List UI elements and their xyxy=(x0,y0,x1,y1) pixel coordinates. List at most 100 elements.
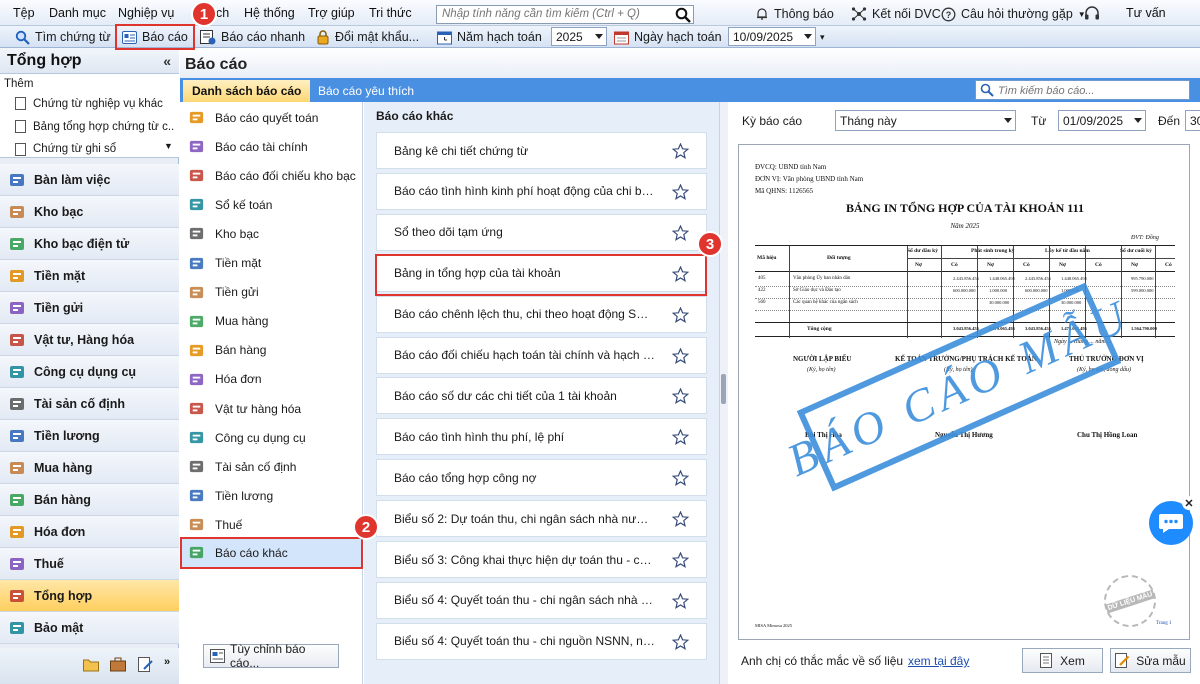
category-sales[interactable]: Bán hàng xyxy=(180,336,363,365)
add-label[interactable]: Thêm xyxy=(4,78,33,90)
category-settlement[interactable]: Báo cáo quyết toán xyxy=(180,103,363,132)
search-icon[interactable] xyxy=(675,7,691,23)
category-financial[interactable]: Báo cáo tài chính xyxy=(180,132,363,161)
purchase-icon xyxy=(188,313,205,330)
report-item[interactable]: Biểu số 4: Quyết toán thu - chi ngân sác… xyxy=(376,581,707,619)
briefcase-icon[interactable] xyxy=(110,657,126,672)
faq-button[interactable]: ? Câu hỏi thường gặp ▼ xyxy=(941,4,1086,24)
view-button[interactable]: Xem xyxy=(1022,648,1103,673)
category-treasury[interactable]: Kho bạc xyxy=(180,219,363,248)
feature-search-input[interactable] xyxy=(437,6,662,22)
toolbar-overflow-icon[interactable]: ▾ xyxy=(820,32,825,43)
notification-button[interactable]: Thông báo xyxy=(755,4,834,24)
menu-reports[interactable]: ch xyxy=(216,6,229,20)
favorite-star-icon[interactable] xyxy=(672,388,689,405)
menu-help[interactable]: Trợ giúp xyxy=(308,6,355,20)
report-item[interactable]: Biểu số 2: Dự toán thu, chi ngân sách nh… xyxy=(376,500,707,538)
category-invoice[interactable]: Hóa đơn xyxy=(180,365,363,394)
menu-catalog[interactable]: Danh mục xyxy=(49,6,106,20)
favorite-star-icon[interactable] xyxy=(672,552,689,568)
report-item[interactable]: Báo cáo tình hình thu phí, lệ phí xyxy=(376,418,707,456)
edit-template-button[interactable]: Sửa mẫu xyxy=(1110,648,1191,673)
sidebar-item-label: Bảo mật xyxy=(34,620,84,635)
category-materials[interactable]: Vật tư hàng hóa xyxy=(180,394,363,423)
more-chevron-icon[interactable]: » xyxy=(164,656,170,668)
favorite-star-icon[interactable] xyxy=(672,143,689,159)
sidebar-item-tax[interactable]: Thuế xyxy=(0,548,179,580)
to-date-picker[interactable]: 30 xyxy=(1185,110,1200,131)
report-item[interactable]: Bảng kê chi tiết chứng từ xyxy=(376,132,707,169)
favorite-star-icon[interactable] xyxy=(672,429,689,446)
category-tax[interactable]: Thuế xyxy=(180,510,363,539)
find-voucher-button[interactable]: Tìm chứng từ xyxy=(15,28,111,46)
category-purchase[interactable]: Mua hàng xyxy=(180,307,363,336)
collapse-double-chevron-icon[interactable]: « xyxy=(163,53,171,69)
sidebar-item-cash[interactable]: Tiền mặt xyxy=(0,260,179,292)
customize-report-button[interactable]: Tùy chỉnh báo cáo... xyxy=(203,642,339,670)
connect-dvc-button[interactable]: Kết nối DVC xyxy=(851,4,941,24)
quick-report-button[interactable]: Báo cáo nhanh xyxy=(200,28,305,46)
table-subhead: Nợ xyxy=(915,262,923,268)
fiscal-year-select[interactable]: 2025 xyxy=(551,27,607,46)
from-date-picker[interactable]: 01/09/2025 xyxy=(1058,110,1146,131)
sidebar-item-tools[interactable]: Công cụ dụng cụ xyxy=(0,356,179,388)
posting-date-picker[interactable]: 10/09/2025 xyxy=(728,27,816,46)
sub-item-voucher-summary[interactable]: Bảng tổng hợp chứng từ c... xyxy=(15,120,175,133)
report-item[interactable]: Sổ theo dõi tạm ứng xyxy=(376,213,707,251)
category-fixed-assets[interactable]: Tài sản cố định xyxy=(180,452,363,481)
sidebar-item-fixed-assets[interactable]: Tài sản cố định xyxy=(0,388,179,420)
report-item[interactable]: Biểu số 4: Quyết toán thu - chi nguồn NS… xyxy=(376,622,707,660)
sidebar-item-e-treasury[interactable]: Kho bạc điện tử xyxy=(0,228,179,260)
category-payroll[interactable]: Tiền lương xyxy=(180,481,363,510)
period-select[interactable]: Tháng này xyxy=(835,110,1016,131)
sidebar-item-treasury[interactable]: Kho bạc xyxy=(0,196,179,228)
favorite-star-icon[interactable] xyxy=(672,592,689,609)
report-item[interactable]: Báo cáo đối chiếu hạch toán tài chính và… xyxy=(376,336,707,374)
menu-operations[interactable]: Nghiệp vụ xyxy=(118,6,174,20)
report-search-input[interactable] xyxy=(998,83,1186,98)
report-item[interactable]: Báo cáo số dư các chi tiết của 1 tài kho… xyxy=(376,377,707,415)
menu-file[interactable]: Tệp xyxy=(13,6,35,20)
change-password-button[interactable]: Đổi mật khẩu... xyxy=(316,28,419,46)
sidebar-item-summary[interactable]: Tổng hợp xyxy=(0,580,179,612)
category-treasury-reconcile[interactable]: Báo cáo đối chiếu kho bạc xyxy=(180,161,363,190)
panel-splitter[interactable] xyxy=(719,102,728,684)
sidebar-item-deposit[interactable]: Tiền gửi xyxy=(0,292,179,324)
sidebar-item-sales[interactable]: Bán hàng xyxy=(0,484,179,516)
sub-item-other-voucher[interactable]: Chứng từ nghiệp vụ khác xyxy=(15,97,175,110)
favorite-star-icon[interactable] xyxy=(672,511,689,528)
see-here-link[interactable]: xem tại đây xyxy=(908,654,969,668)
category-deposit[interactable]: Tiền gửi xyxy=(180,278,363,307)
folder-icon[interactable] xyxy=(83,658,99,672)
report-item[interactable]: Báo cáo chênh lệch thu, chi theo hoạt độ… xyxy=(376,295,707,333)
headset-icon[interactable] xyxy=(1084,6,1100,21)
favorite-star-icon[interactable] xyxy=(672,224,689,241)
edit-doc-icon[interactable] xyxy=(138,657,153,672)
favorite-star-icon[interactable] xyxy=(672,633,689,650)
category-cash[interactable]: Tiền mặt xyxy=(180,249,363,278)
favorite-star-icon[interactable] xyxy=(672,183,689,200)
sub-item-ledger-voucher[interactable]: Chứng từ ghi sổ xyxy=(15,142,175,156)
sidebar-item-security[interactable]: Bảo mật xyxy=(0,612,179,644)
scroll-down-icon[interactable]: ▼ xyxy=(164,141,173,151)
favorite-star-icon[interactable] xyxy=(672,347,689,364)
report-item[interactable]: Báo cáo tổng hợp công nợ xyxy=(376,459,707,497)
advisor-link[interactable]: Tư vấn xyxy=(1126,6,1166,20)
favorite-star-icon[interactable] xyxy=(672,306,689,323)
sidebar-item-invoice[interactable]: Hóa đơn xyxy=(0,516,179,548)
menu-knowledge[interactable]: Tri thức xyxy=(369,6,412,20)
sidebar-item-materials[interactable]: Vật tư, Hàng hóa xyxy=(0,324,179,356)
sidebar-item-payroll[interactable]: Tiền lương xyxy=(0,420,179,452)
tab-report-list[interactable]: Danh sách báo cáo xyxy=(183,80,311,102)
splitter-grip[interactable] xyxy=(721,374,726,404)
tab-favorite-reports[interactable]: Báo cáo yêu thích xyxy=(309,80,423,102)
report-item[interactable]: Biểu số 3: Công khai thực hiện dự toán t… xyxy=(376,541,707,578)
category-ledger[interactable]: Sổ kế toán xyxy=(180,190,363,219)
category-tools[interactable]: Công cụ dụng cụ xyxy=(180,423,363,452)
menu-system[interactable]: Hệ thống xyxy=(244,6,295,20)
sidebar-item-desk[interactable]: Bàn làm việc xyxy=(0,164,179,196)
favorite-star-icon[interactable] xyxy=(672,470,689,487)
close-icon[interactable]: ✕ xyxy=(1182,496,1196,510)
report-item[interactable]: Báo cáo tình hình kinh phí hoạt động của… xyxy=(376,172,707,210)
sidebar-item-purchase[interactable]: Mua hàng xyxy=(0,452,179,484)
